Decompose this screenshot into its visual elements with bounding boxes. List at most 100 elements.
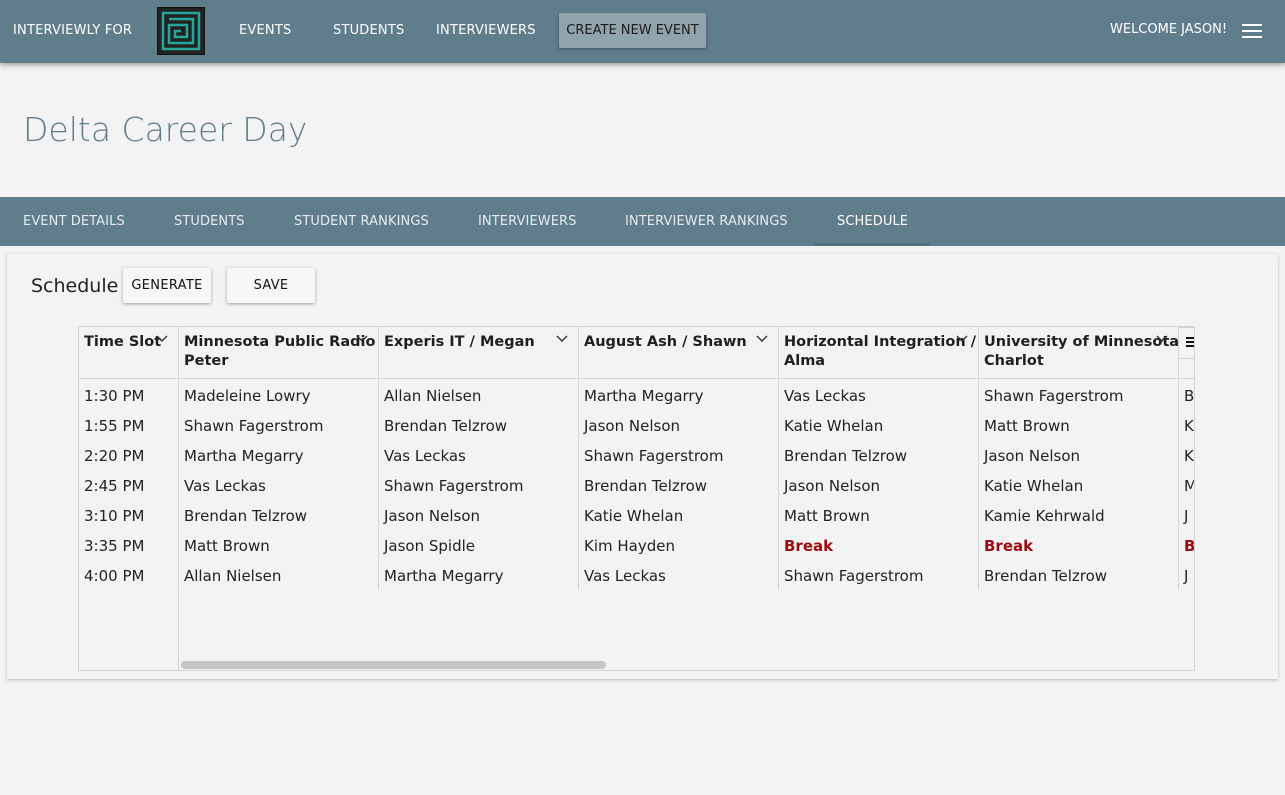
column-header[interactable]: Time Slot: [79, 327, 179, 378]
chevron-down-icon[interactable]: [556, 335, 568, 343]
column-header[interactable]: Horizontal Integration / Alma: [779, 327, 979, 378]
table-cell[interactable]: Jason Spidle: [379, 530, 579, 560]
table-cell[interactable]: Allan Nielsen: [379, 380, 579, 410]
table-row: 3:35 PM Matt Brown Jason Spidle Kim Hayden B…: [79, 530, 1194, 560]
table-cell[interactable]: Vas Leckas: [179, 470, 379, 500]
table-cell[interactable]: J: [1179, 500, 1194, 530]
table-cell[interactable]: Brendan Telzrow: [779, 440, 979, 470]
table-cell[interactable]: Break: [979, 530, 1179, 560]
table-cell[interactable]: M: [1179, 470, 1194, 500]
table-row: 2:20 PM Martha Megarry Vas Leckas Shawn Fag…: [79, 440, 1194, 470]
tab-schedule[interactable]: SCHEDULE: [837, 214, 908, 229]
table-cell[interactable]: Brendan Telzrow: [179, 500, 379, 530]
table-cell[interactable]: Shawn Fagerstrom: [779, 560, 979, 590]
schedule-grid: Time Slot Minnesota Public Radio / Peter Ex…: [78, 326, 1195, 671]
time-slot-cell[interactable]: 1:30 PM: [79, 380, 179, 410]
table-cell[interactable]: Madeleine Lowry: [179, 380, 379, 410]
table-cell[interactable]: K: [1179, 440, 1194, 470]
tab-students[interactable]: STUDENTS: [174, 214, 245, 229]
tab-event-details[interactable]: EVENT DETAILS: [23, 214, 125, 229]
brand-label: INTERVIEWLY FOR: [13, 23, 133, 38]
grid-empty-area: [79, 591, 179, 670]
tab-interviewer-rankings[interactable]: INTERVIEWER RANKINGS: [625, 214, 788, 229]
table-cell[interactable]: Katie Whelan: [779, 410, 979, 440]
table-cell[interactable]: Shawn Fagerstrom: [579, 440, 779, 470]
time-slot-cell[interactable]: 3:35 PM: [79, 530, 179, 560]
column-header-label: Experis IT / Megan: [384, 334, 535, 350]
chevron-down-icon[interactable]: [356, 335, 368, 343]
table-row: 1:55 PM Shawn Fagerstrom Brendan Telzrow Ja…: [79, 410, 1194, 440]
table-cell[interactable]: Vas Leckas: [779, 380, 979, 410]
table-cell[interactable]: Martha Megarry: [179, 440, 379, 470]
chevron-down-icon[interactable]: [956, 335, 968, 343]
time-slot-cell[interactable]: 4:00 PM: [79, 560, 179, 590]
table-cell[interactable]: B: [1179, 380, 1194, 410]
time-slot-cell[interactable]: 1:55 PM: [79, 410, 179, 440]
schedule-heading: Schedule: [31, 275, 119, 297]
column-header[interactable]: August Ash / Shawn: [579, 327, 779, 378]
column-header-label: Alma: [784, 353, 826, 369]
table-cell[interactable]: Katie Whelan: [979, 470, 1179, 500]
table-cell[interactable]: Jason Nelson: [579, 410, 779, 440]
time-slot-cell[interactable]: 2:20 PM: [79, 440, 179, 470]
column-header[interactable]: Experis IT / Megan: [379, 327, 579, 378]
welcome-text: WELCOME JASON!: [1110, 22, 1228, 37]
chevron-down-icon[interactable]: [156, 335, 168, 343]
grid-header-row: Time Slot Minnesota Public Radio / Peter Ex…: [79, 327, 1194, 379]
table-cell[interactable]: Shawn Fagerstrom: [979, 380, 1179, 410]
table-cell[interactable]: Break: [779, 530, 979, 560]
table-cell[interactable]: Matt Brown: [779, 500, 979, 530]
horizontal-scrollbar[interactable]: [181, 661, 606, 669]
top-app-bar: INTERVIEWLY FOR EVENTS STUDENTS INTERVIE…: [0, 0, 1285, 63]
generate-button[interactable]: GENERATE: [123, 268, 211, 303]
column-header[interactable]: University of Minnesota / Charlot: [979, 327, 1179, 378]
nav-students[interactable]: STUDENTS: [333, 23, 404, 38]
table-cell[interactable]: K: [1179, 410, 1194, 440]
table-row: 1:30 PM Madeleine Lowry Allan Nielsen Marth…: [79, 380, 1194, 410]
table-cell[interactable]: Shawn Fagerstrom: [179, 410, 379, 440]
table-cell[interactable]: Vas Leckas: [379, 440, 579, 470]
tab-student-rankings[interactable]: STUDENT RANKINGS: [294, 214, 429, 229]
table-cell[interactable]: Shawn Fagerstrom: [379, 470, 579, 500]
chevron-down-icon[interactable]: [756, 335, 768, 343]
table-cell[interactable]: Brendan Telzrow: [579, 470, 779, 500]
table-row: 4:00 PM Allan Nielsen Martha Megarry Vas Le…: [79, 560, 1194, 590]
column-header[interactable]: Minnesota Public Radio / Peter: [179, 327, 379, 378]
grid-column-menu-icon[interactable]: [1178, 327, 1194, 359]
hamburger-menu-icon[interactable]: [1242, 24, 1262, 40]
column-header-label: University of Minnesota /: [984, 334, 1178, 350]
table-cell[interactable]: Brendan Telzrow: [379, 410, 579, 440]
active-tab-indicator: [813, 243, 931, 246]
table-cell[interactable]: Katie Whelan: [579, 500, 779, 530]
table-cell[interactable]: Brendan Telzrow: [979, 560, 1179, 590]
tab-interviewers[interactable]: INTERVIEWERS: [478, 214, 577, 229]
create-new-event-button[interactable]: CREATE NEW EVENT: [559, 13, 706, 48]
table-cell[interactable]: Martha Megarry: [379, 560, 579, 590]
tab-bar: EVENT DETAILS STUDENTS STUDENT RANKINGS …: [0, 197, 1285, 246]
page-title: Delta Career Day: [23, 110, 308, 149]
table-row: 2:45 PM Vas Leckas Shawn Fagerstrom Brendan…: [79, 470, 1194, 500]
maze-logo-icon[interactable]: [157, 7, 205, 55]
chevron-down-icon[interactable]: [1156, 335, 1168, 343]
column-header-label: Minnesota Public Radio /: [184, 334, 378, 350]
table-cell[interactable]: Kamie Kehrwald: [979, 500, 1179, 530]
nav-interviewers[interactable]: INTERVIEWERS: [436, 23, 536, 38]
table-cell[interactable]: Martha Megarry: [579, 380, 779, 410]
table-cell[interactable]: Kim Hayden: [579, 530, 779, 560]
table-cell[interactable]: Vas Leckas: [579, 560, 779, 590]
column-header-label: Peter: [184, 353, 229, 369]
column-header-label: August Ash / Shawn: [584, 334, 747, 350]
table-cell[interactable]: Jason Nelson: [379, 500, 579, 530]
table-cell[interactable]: Matt Brown: [979, 410, 1179, 440]
time-slot-cell[interactable]: 3:10 PM: [79, 500, 179, 530]
nav-events[interactable]: EVENTS: [239, 23, 291, 38]
table-cell[interactable]: B: [1179, 530, 1194, 560]
table-cell[interactable]: Jason Nelson: [779, 470, 979, 500]
save-button[interactable]: SAVE: [227, 268, 315, 303]
table-cell[interactable]: Allan Nielsen: [179, 560, 379, 590]
table-cell[interactable]: Jason Nelson: [979, 440, 1179, 470]
column-header-label: Horizontal Integration /: [784, 334, 977, 350]
table-cell[interactable]: Matt Brown: [179, 530, 379, 560]
table-cell[interactable]: J: [1179, 560, 1194, 590]
time-slot-cell[interactable]: 2:45 PM: [79, 470, 179, 500]
